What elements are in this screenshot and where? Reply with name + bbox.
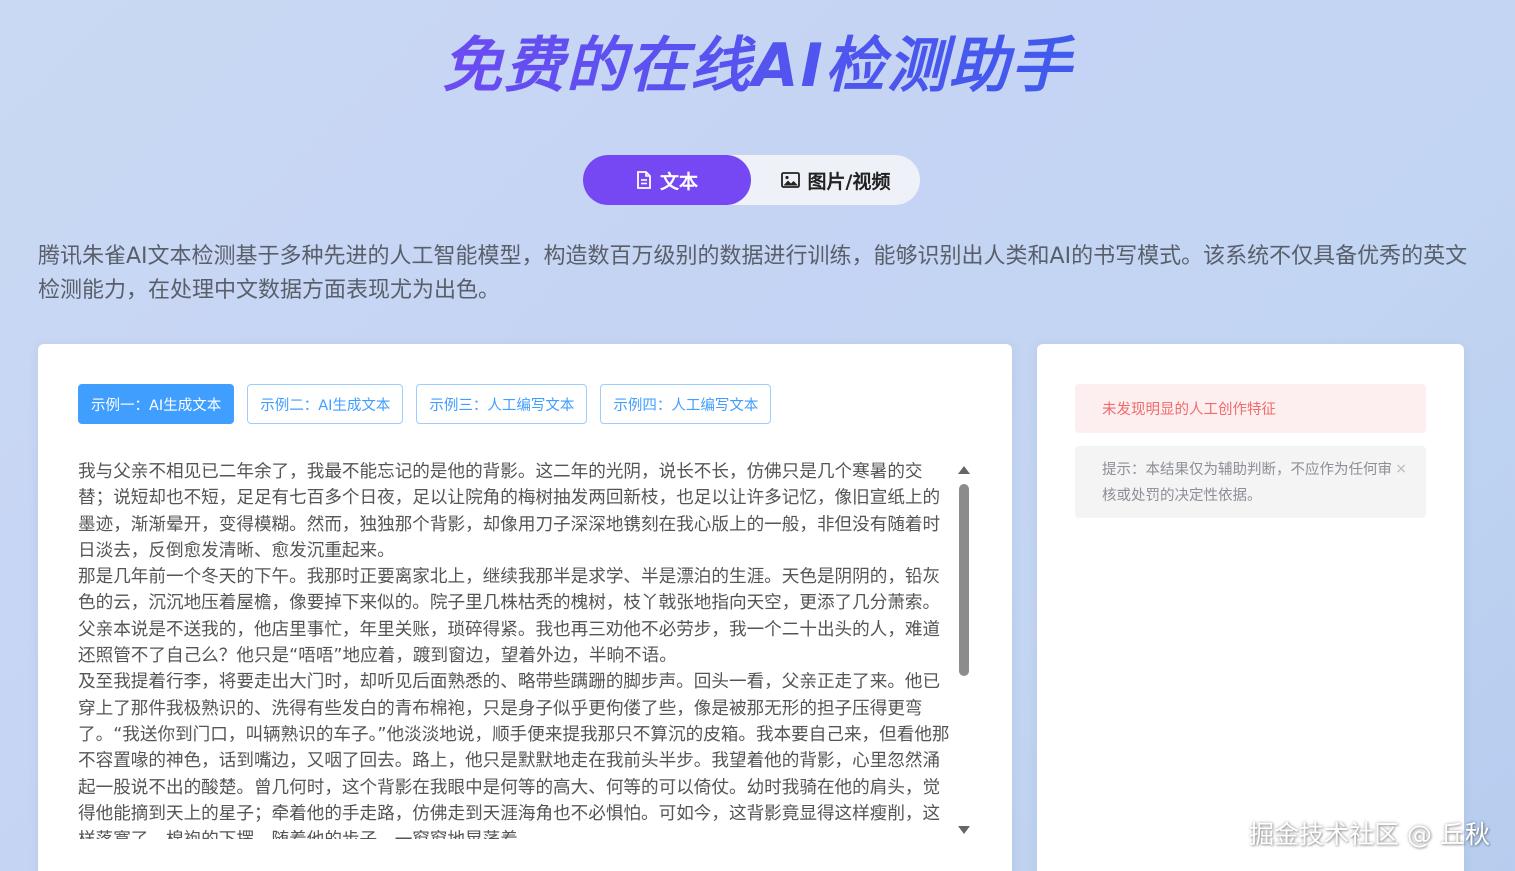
text-input[interactable]: 我与父亲不相见已二年余了，我最不能忘记的是他的背影。这二年的光阴，说长不长，仿佛… — [78, 459, 956, 839]
image-icon — [780, 172, 800, 188]
tab-text-label: 文本 — [659, 170, 698, 193]
result-panel: 未发现明显的人工创作特征 提示：本结果仅为辅助判断，不应作为任何审核或处罚的决定… — [1037, 344, 1464, 871]
example-1-button[interactable]: 示例一：AI生成文本 — [78, 384, 235, 424]
page-description: 腾讯朱雀AI文本检测基于多种先进的人工智能模型，构造数百万级别的数据进行训练，能… — [38, 244, 1468, 303]
scroll-down-arrow-icon[interactable] — [958, 826, 970, 834]
result-verdict: 未发现明显的人工创作特征 — [1075, 384, 1426, 433]
text-input-scrollbar[interactable] — [955, 464, 973, 836]
watermark: 掘金技术社区 @ 丘秋 — [1249, 820, 1490, 849]
tab-text[interactable]: 文本 — [583, 155, 751, 205]
input-panel: 示例一：AI生成文本 示例二：AI生成文本 示例三：人工编写文本 示例四：人工编… — [38, 344, 1012, 871]
page-title: 免费的在线AI检测助手 — [0, 28, 1515, 104]
result-tip: 提示：本结果仅为辅助判断，不应作为任何审核或处罚的决定性依据。 × — [1075, 446, 1426, 518]
document-icon — [636, 171, 652, 189]
result-tip-text: 提示：本结果仅为辅助判断，不应作为任何审核或处罚的决定性依据。 — [1102, 462, 1392, 504]
example-buttons: 示例一：AI生成文本 示例二：AI生成文本 示例三：人工编写文本 示例四：人工编… — [78, 384, 772, 424]
close-icon[interactable]: × — [1395, 456, 1407, 482]
example-2-button[interactable]: 示例二：AI生成文本 — [247, 384, 404, 424]
scroll-up-arrow-icon[interactable] — [958, 466, 970, 474]
example-4-button[interactable]: 示例四：人工编写文本 — [600, 384, 772, 424]
scroll-thumb[interactable] — [959, 484, 969, 676]
example-3-button[interactable]: 示例三：人工编写文本 — [416, 384, 588, 424]
tab-image-video-label: 图片/视频 — [807, 170, 891, 193]
tab-image-video[interactable]: 图片/视频 — [751, 155, 920, 205]
mode-tabs: 文本 图片/视频 — [583, 155, 920, 205]
